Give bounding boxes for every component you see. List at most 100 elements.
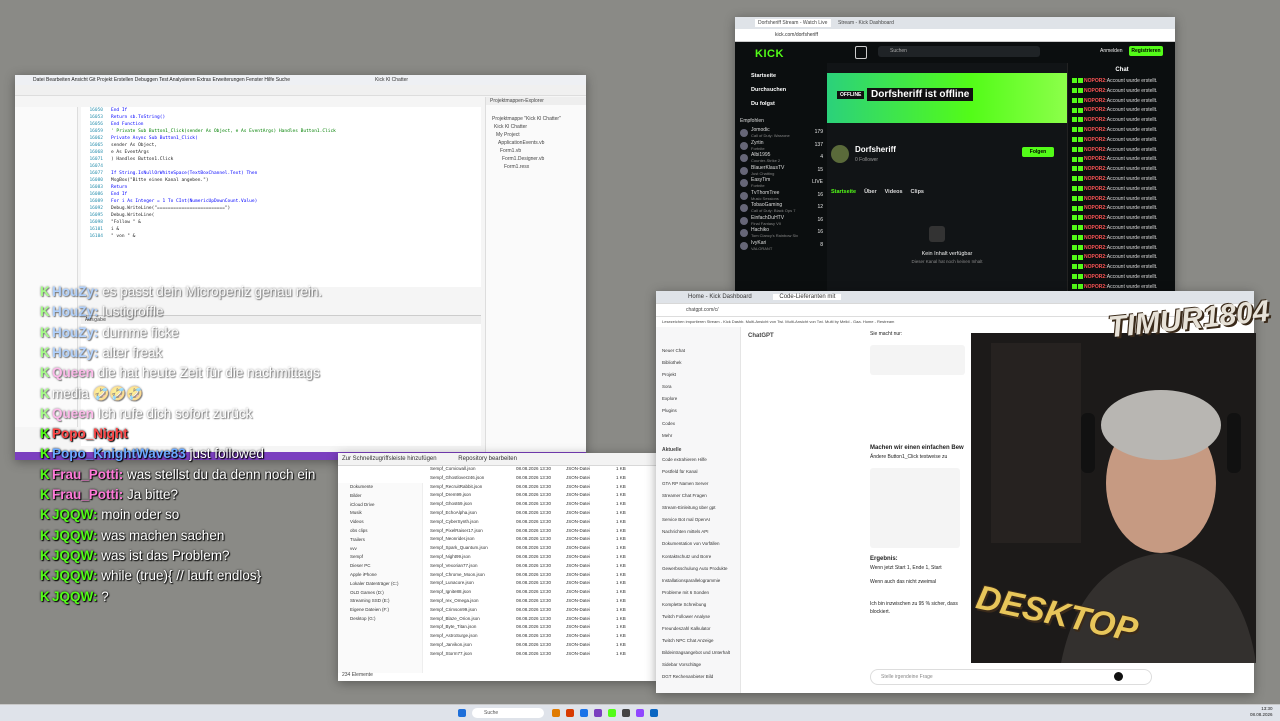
- tab-kick-dashboard[interactable]: Stream - Kick Dashboard: [835, 19, 911, 27]
- gpt-nav-item[interactable]: Mehr: [656, 430, 740, 442]
- file-row[interactable]: Sempf_Crimson99.json 08.08.2026 13:30 JSON…: [428, 606, 658, 615]
- code-line[interactable]: Debug.WriteLine("=======================…: [111, 205, 471, 212]
- history-item[interactable]: Nachrichten mittels API: [656, 526, 740, 538]
- login-button[interactable]: Anmelden: [1100, 48, 1123, 54]
- solution-item[interactable]: My Project: [486, 131, 586, 139]
- solution-item[interactable]: Form1.vb: [486, 147, 586, 155]
- kick-chat-panel[interactable]: Chat NOPOR2:Account wurde erstellt. NOPOR…: [1067, 63, 1175, 292]
- tab-kick-stream[interactable]: Dorfsheriff Stream - Watch Live: [755, 19, 831, 27]
- start-icon[interactable]: [458, 709, 466, 717]
- nav-folder[interactable]: iCloud Drive: [338, 501, 422, 510]
- history-item[interactable]: Probleme mit 6 Sonden: [656, 587, 740, 599]
- kick-nav-item[interactable]: Durchsuchen: [735, 83, 827, 97]
- chat-username[interactable]: NOPOR2:: [1084, 88, 1107, 94]
- kick-nav-item[interactable]: Startseite: [735, 69, 827, 83]
- sidebar-channel[interactable]: TobaoGaming Call of Duty: Black Ops 7 12: [735, 202, 827, 215]
- chat-username[interactable]: NOPOR2:: [1084, 245, 1107, 251]
- chat-input[interactable]: Stelle irgendeine Frage: [870, 669, 1152, 685]
- app-icon-1[interactable]: [566, 709, 574, 717]
- sidebar-channel[interactable]: TvThomTree Music Sessions 16: [735, 190, 827, 203]
- sidebar-channel[interactable]: BlauerKlausTV Just Chatting 15: [735, 165, 827, 178]
- code-line[interactable]: If String.IsNullOrWhiteSpace(TextBoxChan…: [111, 170, 471, 177]
- gpt-tab-strip[interactable]: Home - Kick Dashboard Code-Lieferanten m…: [656, 291, 1254, 304]
- chat-username[interactable]: NOPOR2:: [1084, 215, 1107, 221]
- code-line[interactable]: " von " &: [111, 233, 471, 240]
- twitch-icon[interactable]: [636, 709, 644, 717]
- chat-username[interactable]: NOPOR2:: [1084, 186, 1107, 192]
- chat-username[interactable]: NOPOR2:: [1084, 284, 1107, 290]
- taskbar-clock[interactable]: 13:30 08.08.2026: [1250, 706, 1273, 718]
- history-item[interactable]: Komplette Schreibung: [656, 599, 740, 611]
- chat-username[interactable]: NOPOR2:: [1084, 176, 1107, 182]
- code-line[interactable]: Return sb.ToString(): [111, 114, 471, 121]
- chat-username[interactable]: NOPOR2:: [1084, 196, 1107, 202]
- kick-icon[interactable]: [608, 709, 616, 717]
- history-item[interactable]: Twitch NPC Chat Anzeige: [656, 635, 740, 647]
- nav-folder[interactable]: Videos: [338, 518, 422, 527]
- history-item[interactable]: Installationsparallelogrammie: [656, 575, 740, 587]
- history-item[interactable]: GTA RP Namen Server: [656, 478, 740, 490]
- gpt-nav-item[interactable]: Plugins: [656, 405, 740, 417]
- nav-folder[interactable]: Lokaler Datenträger (C:): [338, 580, 422, 589]
- follow-button[interactable]: Folgen: [1022, 147, 1054, 157]
- code-line[interactable]: MsgBox("Bitte einen Kanal angeben."): [111, 177, 471, 184]
- code-line[interactable]: Debug.WriteLine(: [111, 212, 471, 219]
- chat-username[interactable]: NOPOR2:: [1084, 264, 1107, 270]
- repository-edit[interactable]: Repository bearbeiten: [458, 456, 517, 462]
- file-row[interactable]: Sempf_PixelRaiser17.json 08.08.2026 13:30…: [428, 527, 658, 536]
- file-explorer-icon[interactable]: [552, 709, 560, 717]
- history-item[interactable]: Kontaktschutz und Borre: [656, 551, 740, 563]
- file-row[interactable]: Sempf_rex_Omega.json 08.08.2026 13:30 JSON…: [428, 597, 658, 606]
- nav-folder[interactable]: Sempf: [338, 553, 422, 562]
- file-row[interactable]: Sempf_AstroSurge.json 08.08.2026 13:30 JSO…: [428, 632, 658, 641]
- sidebar-channel[interactable]: Jomodic Call of Duty: Warzone 179: [735, 127, 827, 140]
- chat-username[interactable]: NOPOR2:: [1084, 205, 1107, 211]
- file-row[interactable]: Sempf_Jarvikon.json 08.08.2026 13:30 JSON-…: [428, 641, 658, 650]
- history-item[interactable]: Code extrahieren Hilfe: [656, 454, 740, 466]
- sidebar-channel[interactable]: Zyrtin Fortnite 137: [735, 140, 827, 153]
- history-item[interactable]: Stream-Einleitung über gpt: [656, 502, 740, 514]
- solution-item[interactable]: Projektmappe "Kick Kl Chatter": [486, 115, 586, 123]
- kick-search-input[interactable]: Suchen: [878, 46, 1040, 57]
- code-line[interactable]: ) Handles Button1.Click: [111, 156, 471, 163]
- gpt-nav-item[interactable]: Explore: [656, 393, 740, 405]
- model-selector[interactable]: ChatGPT: [748, 333, 774, 339]
- nav-folder[interactable]: Trailers: [338, 536, 422, 545]
- kick-browser-window[interactable]: Dorfsheriff Stream - Watch Live Stream -…: [735, 17, 1175, 292]
- browser-tab-strip[interactable]: Dorfsheriff Stream - Watch Live Stream -…: [735, 17, 1175, 29]
- app-icon[interactable]: [855, 46, 867, 59]
- kick-nav-item[interactable]: Du folgst: [735, 97, 827, 111]
- solution-item[interactable]: Kick Kl Chatter: [486, 123, 586, 131]
- visual-studio-icon[interactable]: [594, 709, 602, 717]
- file-row[interactable]: Sempf_Byte_Titan.json 08.08.2026 13:30 JSO…: [428, 623, 658, 632]
- sidebar-channel[interactable]: Hachiko Tom Clancy's Rainbow Six 16: [735, 227, 827, 240]
- kick-logo[interactable]: KICK: [755, 48, 784, 60]
- nav-folder[interactable]: Dokumente: [338, 483, 422, 492]
- file-row[interactable]: Sempf_RecruitRabbit.json 08.08.2026 13:30…: [428, 483, 658, 492]
- file-row[interactable]: Sempf_Neonrider.json 08.08.2026 13:30 JSON…: [428, 535, 658, 544]
- chat-username[interactable]: NOPOR2:: [1084, 235, 1107, 241]
- vs-code-editor[interactable]: 16050 16053 16056 16059 16062 16065 16068 16071…: [81, 107, 481, 287]
- code-lines[interactable]: End If Return sb.ToString() End Function '…: [111, 107, 471, 240]
- file-row[interactable]: Sempf_Ghostlover246.json 08.08.2026 13:30…: [428, 474, 658, 483]
- history-item[interactable]: Gewerbsschulung Auto Produkte: [656, 563, 740, 575]
- channel-tab[interactable]: Videos: [885, 189, 903, 195]
- register-button[interactable]: Registrieren: [1129, 46, 1163, 56]
- solution-explorer[interactable]: Projektmappen-Explorer Projektmappe "Kic…: [485, 97, 586, 457]
- windows-taskbar[interactable]: Suche 13:30 08.08.2026: [0, 704, 1280, 721]
- chat-username[interactable]: NOPOR2:: [1084, 107, 1107, 113]
- file-row[interactable]: Sempf_Ghost69.json 08.08.2026 13:30 JSON-D…: [428, 500, 658, 509]
- send-button[interactable]: [1114, 672, 1123, 681]
- sidebar-channel[interactable]: EasyTim Fortnite LIVE: [735, 177, 827, 190]
- solution-item[interactable]: Form1.resx: [486, 163, 586, 171]
- code-line[interactable]: Private Async Sub Button1_Click(: [111, 135, 471, 142]
- nav-folder[interactable]: Musik: [338, 509, 422, 518]
- history-item[interactable]: Dokumentation von Vorfällen: [656, 538, 740, 550]
- gpt-nav-item[interactable]: Neuer Chat: [656, 345, 740, 357]
- file-row[interactable]: Sempf_Storm77.json 08.08.2026 13:30 JSON-D…: [428, 650, 658, 659]
- history-item[interactable]: DGT Rechenanbieter Bild: [656, 671, 740, 683]
- gpt-nav-item[interactable]: Sora: [656, 381, 740, 393]
- chat-username[interactable]: NOPOR2:: [1084, 225, 1107, 231]
- channel-tab[interactable]: Startseite: [831, 189, 856, 195]
- file-row[interactable]: Sempf_EchoAlpha.json 08.08.2026 13:30 JSON…: [428, 509, 658, 518]
